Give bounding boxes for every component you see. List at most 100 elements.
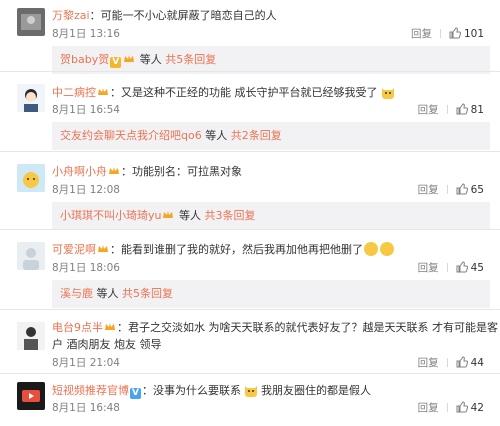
avatar[interactable] bbox=[17, 382, 45, 410]
comment-time: 8月1日 21:04 bbox=[52, 357, 120, 369]
like-count: 101 bbox=[463, 28, 484, 40]
comment-item: 电台9点半 ：君子之交淡如水 为啥天天联系的就代表好友了？越是天天联系 才有可能是… bbox=[0, 310, 500, 374]
like-button[interactable]: 42 bbox=[456, 401, 484, 414]
thumbs-up-icon bbox=[456, 183, 468, 195]
divider bbox=[446, 105, 448, 114]
divider bbox=[446, 185, 448, 194]
comment-item: 中二病控 ：又是这种不正经的功能 成长守护平台就已经够我受了 8月1日 16:54… bbox=[0, 72, 500, 152]
like-count: 65 bbox=[470, 184, 484, 196]
comment-item: 小舟啊小舟 ：功能别名：可拉黑对象 8月1日 12:08 回复 65 小琪琪不叫小琦… bbox=[0, 152, 500, 230]
crown-badge-icon bbox=[98, 245, 108, 252]
sub-reply-username[interactable]: 溪与鹿 bbox=[60, 287, 93, 300]
sub-replies-bar[interactable]: 溪与鹿 等人 共5条回复 bbox=[52, 280, 490, 308]
comment-actions: 回复 45 bbox=[418, 261, 484, 275]
thumbs-up-icon bbox=[456, 356, 468, 368]
comment-username[interactable]: 可爱泥啊 bbox=[52, 243, 96, 256]
like-count: 44 bbox=[470, 357, 484, 369]
comment-time: 8月1日 16:48 bbox=[52, 402, 120, 414]
sub-reply-mid: 等人 bbox=[136, 53, 166, 66]
crown-badge-icon bbox=[163, 211, 174, 218]
like-button[interactable]: 101 bbox=[449, 27, 484, 40]
more-replies-link[interactable]: 共5条回复 bbox=[122, 287, 173, 300]
like-button[interactable]: 44 bbox=[456, 356, 484, 369]
comment-text: ：可能一不小心就屏蔽了暗恋自己的人 bbox=[89, 9, 277, 22]
reply-button[interactable]: 回复 bbox=[418, 262, 439, 274]
sub-reply-username[interactable]: 小琪琪不叫小琦琦yu bbox=[60, 209, 161, 222]
crown-badge-icon bbox=[98, 88, 108, 95]
like-button[interactable]: 45 bbox=[456, 261, 484, 274]
reply-button[interactable]: 回复 bbox=[418, 357, 439, 369]
comment-actions: 回复 81 bbox=[418, 103, 484, 117]
comment-body: 短视频推荐官博 V ：没事为什么要联系 我朋友圈住的都是假人 bbox=[52, 382, 490, 399]
comment-time: 8月1日 16:54 bbox=[52, 104, 120, 116]
like-count: 45 bbox=[470, 262, 484, 274]
like-count: 42 bbox=[470, 402, 484, 414]
comment-username[interactable]: 短视频推荐官博 bbox=[52, 384, 129, 397]
avatar[interactable] bbox=[17, 84, 45, 112]
more-replies-link[interactable]: 共3条回复 bbox=[204, 209, 255, 222]
comment-body: 中二病控 ：又是这种不正经的功能 成长守护平台就已经够我受了 bbox=[52, 84, 490, 101]
comment-text: ：能看到谁删了我的就好，然后我再加他再把他删了 bbox=[110, 243, 363, 256]
comment-actions: 回复 65 bbox=[418, 183, 484, 197]
avatar[interactable] bbox=[17, 322, 45, 350]
reply-button[interactable]: 回复 bbox=[411, 28, 432, 40]
crown-badge-icon bbox=[105, 323, 115, 330]
verified-icon: V bbox=[130, 388, 141, 399]
thumbs-up-icon bbox=[456, 401, 468, 413]
comment-time: 8月1日 18:06 bbox=[52, 262, 120, 274]
cat-emoji-icon bbox=[381, 88, 394, 99]
avatar[interactable] bbox=[17, 164, 45, 192]
comment-item: 可爱泥啊 ：能看到谁删了我的就好，然后我再加他再把他删了 8月1日 18:06 回… bbox=[0, 230, 500, 310]
comment-username[interactable]: 电台9点半 bbox=[52, 321, 103, 334]
comment-actions: 回复 42 bbox=[418, 401, 484, 415]
thumbs-up-icon bbox=[456, 261, 468, 273]
comment-body: 万黎zai：可能一不小心就屏蔽了暗恋自己的人 bbox=[52, 8, 490, 24]
comment-text-line2: 户 酒肉朋友 炮友 领导 bbox=[52, 338, 162, 351]
comment-text: ：又是这种不正经的功能 成长守护平台就已经够我受了 bbox=[110, 86, 378, 99]
sub-reply-mid: 等人 bbox=[175, 209, 205, 222]
sub-reply-mid: 等人 bbox=[93, 287, 122, 300]
comment-body: 可爱泥啊 ：能看到谁删了我的就好，然后我再加他再把他删了 bbox=[52, 242, 490, 258]
comment-actions: 回复 44 bbox=[418, 356, 484, 370]
like-button[interactable]: 81 bbox=[456, 103, 484, 116]
divider bbox=[446, 403, 448, 412]
crown-badge-icon bbox=[124, 55, 135, 62]
like-button[interactable]: 65 bbox=[456, 183, 484, 196]
comment-text: ：没事为什么要联系 bbox=[142, 384, 241, 397]
sub-reply-username[interactable]: 贺baby贺 bbox=[60, 53, 109, 66]
reply-button[interactable]: 回复 bbox=[418, 104, 439, 116]
sub-reply-mid: 等人 bbox=[201, 129, 231, 142]
smile-emoji-icon bbox=[364, 242, 378, 256]
comment-text: ：功能别名：可拉黑对象 bbox=[121, 165, 242, 178]
comment-body: 电台9点半 ：君子之交淡如水 为啥天天联系的就代表好友了？越是天天联系 才有可能是… bbox=[52, 320, 498, 336]
comment-item: 万黎zai：可能一不小心就屏蔽了暗恋自己的人 8月1日 13:16 回复 101 … bbox=[0, 0, 500, 74]
comment-time: 8月1日 12:08 bbox=[52, 184, 120, 196]
comment-username[interactable]: 小舟啊小舟 bbox=[52, 165, 107, 178]
more-replies-link[interactable]: 共2条回复 bbox=[231, 129, 282, 142]
comment-username[interactable]: 万黎zai bbox=[52, 9, 90, 22]
crown-badge-icon bbox=[109, 167, 119, 174]
comment-item: 短视频推荐官博 V ：没事为什么要联系 我朋友圈住的都是假人 8月1日 16:48 回… bbox=[0, 374, 500, 426]
verified-icon: V bbox=[110, 57, 122, 68]
comment-time: 8月1日 13:16 bbox=[52, 28, 120, 40]
reply-button[interactable]: 回复 bbox=[418, 402, 439, 414]
more-replies-link[interactable]: 共5条回复 bbox=[165, 53, 216, 66]
avatar[interactable] bbox=[17, 242, 45, 270]
thumbs-up-icon bbox=[449, 27, 461, 39]
sub-replies-bar[interactable]: 交友约会聊天点我介绍吧qo6 等人 共2条回复 bbox=[52, 122, 490, 150]
comment-text: ：君子之交淡如水 为啥天天联系的就代表好友了？越是天天联系 才有可能是客 bbox=[117, 321, 498, 334]
sub-reply-username[interactable]: 交友约会聊天点我介绍吧qo6 bbox=[60, 129, 202, 142]
smile-emoji-icon bbox=[380, 242, 394, 256]
comment-username[interactable]: 中二病控 bbox=[52, 86, 96, 99]
cat-emoji-icon bbox=[245, 386, 257, 397]
divider bbox=[446, 263, 448, 272]
comment-body-continued: 户 酒肉朋友 炮友 领导 bbox=[52, 337, 490, 353]
comment-actions: 回复 101 bbox=[411, 27, 484, 41]
divider bbox=[446, 358, 448, 367]
comment-body: 小舟啊小舟 ：功能别名：可拉黑对象 bbox=[52, 164, 490, 180]
sub-replies-bar[interactable]: 小琪琪不叫小琦琦yu 等人 共3条回复 bbox=[52, 202, 490, 230]
avatar[interactable] bbox=[17, 8, 45, 36]
reply-button[interactable]: 回复 bbox=[418, 184, 439, 196]
sub-replies-bar[interactable]: 贺baby贺 V 等人 共5条回复 bbox=[52, 46, 490, 74]
comment-text-tail: 我朋友圈住的都是假人 bbox=[261, 384, 371, 397]
